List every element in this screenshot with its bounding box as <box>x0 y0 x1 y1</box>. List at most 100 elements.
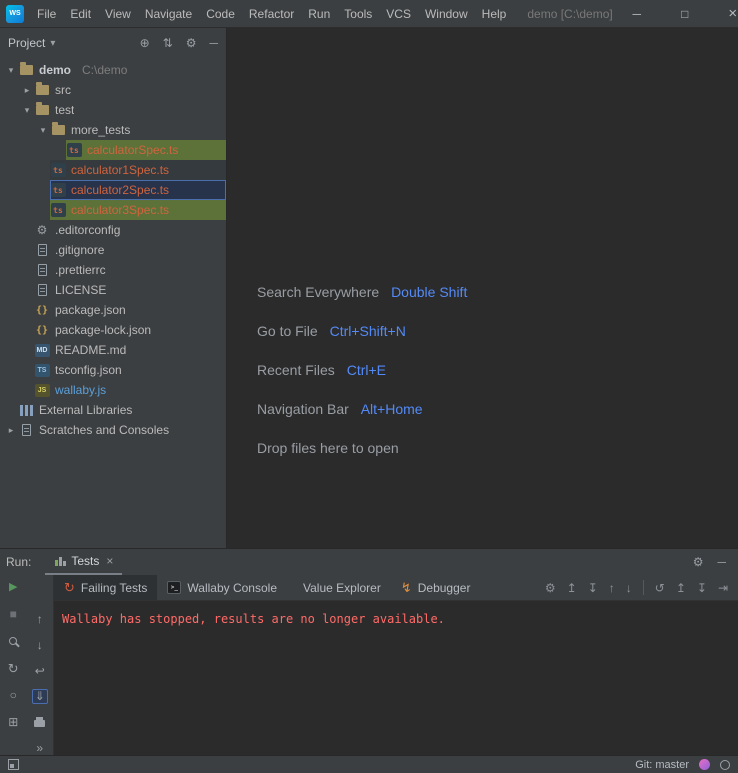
tree-item-tsconfig[interactable]: TS tsconfig.json <box>0 360 226 380</box>
tree-item-calculator2spec[interactable]: ts calculator2Spec.ts <box>0 180 226 200</box>
export-up-icon[interactable]: ↥ <box>567 581 577 595</box>
chevron-down-icon[interactable]: ▾ <box>20 105 34 116</box>
project-panel: Project ▾ ⊕ ⇅ ⚙ ─ ▾ demo C:\demo <box>0 28 227 548</box>
collapse-all-icon[interactable]: ⇅ <box>163 37 173 49</box>
gear-icon[interactable]: ⚙ <box>186 37 197 49</box>
float-up-icon[interactable]: ↥ <box>676 581 686 595</box>
tab-label: Failing Tests <box>81 581 147 595</box>
notifications-icon[interactable] <box>720 760 730 770</box>
shortcut-hint: Drop files here to open <box>257 437 738 460</box>
chevron-right-icon[interactable]: ▸ <box>4 425 18 436</box>
chevron-down-icon[interactable]: ▾ <box>4 65 18 76</box>
tree-item-calculator3spec[interactable]: ts calculator3Spec.ts <box>0 200 226 220</box>
print-icon[interactable] <box>32 715 48 730</box>
stop-icon[interactable]: ■ <box>5 606 21 622</box>
chevron-right-icon[interactable]: ▸ <box>20 85 34 96</box>
console-message: Wallaby has stopped, results are no long… <box>62 612 445 626</box>
search-icon[interactable] <box>5 633 21 649</box>
tree-item-calculatorspec[interactable]: ts calculatorSpec.ts <box>0 140 226 160</box>
menu-vcs[interactable]: VCS <box>379 0 418 28</box>
project-panel-header: Project ▾ ⊕ ⇅ ⚙ ─ <box>0 28 226 58</box>
tab-wallaby-console[interactable]: >_ Wallaby Console <box>157 575 287 600</box>
pin-icon[interactable]: ⇥ <box>718 581 728 595</box>
scratches-icon <box>18 424 34 436</box>
tree-item-label: calculator1Spec.ts <box>71 163 169 177</box>
folder-icon <box>50 125 66 135</box>
gear-icon[interactable]: ⚙ <box>545 581 556 595</box>
history-icon[interactable]: ↺ <box>655 581 665 595</box>
tree-item-package-lock-json[interactable]: {} package-lock.json <box>0 320 226 340</box>
tab-label: Value Explorer <box>303 581 381 595</box>
tree-item-editorconfig[interactable]: ⚙ .editorconfig <box>0 220 226 240</box>
chevron-down-icon[interactable]: ▾ <box>50 38 55 49</box>
tree-item-src[interactable]: ▸ src <box>0 80 226 100</box>
toolwindow-toggle-icon[interactable] <box>8 759 19 770</box>
next-occurrence-icon[interactable]: ↓ <box>32 638 48 653</box>
run-tab-tests[interactable]: Tests × <box>45 549 122 575</box>
hide-panel-icon[interactable]: ─ <box>717 555 726 569</box>
prev-occurrence-icon[interactable]: ↑ <box>32 612 48 627</box>
close-button[interactable]: × <box>709 0 738 28</box>
gear-icon[interactable]: ⚙ <box>693 555 704 569</box>
project-panel-title[interactable]: Project <box>8 36 45 50</box>
tab-label: Wallaby Console <box>187 581 277 595</box>
menu-refactor[interactable]: Refactor <box>242 0 301 28</box>
tree-item-demo[interactable]: ▾ demo C:\demo <box>0 60 226 80</box>
file-icon <box>34 264 50 276</box>
json-file-icon: {} <box>34 325 50 336</box>
rerun-failed-tests-icon[interactable]: ↻ <box>5 660 21 676</box>
tree-item-wallaby-js[interactable]: JS wallaby.js <box>0 380 226 400</box>
tree-item-license[interactable]: LICENSE <box>0 280 226 300</box>
arrow-up-icon[interactable]: ↑ <box>609 581 615 595</box>
tree-item-readme[interactable]: MD README.md <box>0 340 226 360</box>
menu-file[interactable]: File <box>30 0 63 28</box>
typescript-spec-file-icon: ts <box>50 163 66 177</box>
tree-item-gitignore[interactable]: .gitignore <box>0 240 226 260</box>
git-branch-widget[interactable]: Git: master <box>635 759 689 771</box>
soft-wrap-icon[interactable]: ↩ <box>32 663 48 678</box>
menu-window[interactable]: Window <box>418 0 475 28</box>
tree-item-calculator1spec[interactable]: ts calculator1Spec.ts <box>0 160 226 180</box>
tree-item-label: test <box>55 103 74 117</box>
menu-navigate[interactable]: Navigate <box>138 0 199 28</box>
scroll-to-end-icon[interactable]: ⇓ <box>32 689 48 704</box>
menu-code[interactable]: Code <box>199 0 242 28</box>
export-down-icon[interactable]: ↧ <box>588 581 598 595</box>
more-options-icon[interactable]: » <box>32 740 48 755</box>
hide-panel-icon[interactable]: ─ <box>209 37 218 49</box>
clear-icon[interactable]: ○ <box>5 687 21 703</box>
tab-value-explorer[interactable]: Value Explorer <box>287 575 391 600</box>
tab-failing-tests[interactable]: ↻ Failing Tests <box>54 575 157 600</box>
tree-item-external-libraries[interactable]: External Libraries <box>0 400 226 420</box>
tree-item-label: calculatorSpec.ts <box>87 143 178 157</box>
menu-view[interactable]: View <box>98 0 138 28</box>
tree-item-package-json[interactable]: {} package.json <box>0 300 226 320</box>
shortcut-label: Search Everywhere <box>257 284 379 300</box>
arrow-down-icon[interactable]: ↓ <box>626 581 632 595</box>
shortcut-label: Go to File <box>257 323 318 339</box>
maximize-button[interactable]: □ <box>661 0 709 28</box>
tree-item-more-tests[interactable]: ▾ more_tests <box>0 120 226 140</box>
menu-help[interactable]: Help <box>475 0 514 28</box>
tree-item-label: .prettierrc <box>55 263 106 277</box>
tree-item-prettierrc[interactable]: .prettierrc <box>0 260 226 280</box>
plugin-status-icon[interactable] <box>699 759 710 770</box>
file-icon <box>34 244 50 256</box>
run-header: Run: Tests × ⚙ ─ <box>0 549 738 575</box>
shortcut-hint: Search Everywhere Double Shift <box>257 281 738 304</box>
rerun-tests-icon[interactable]: ▶ <box>5 579 21 595</box>
editor-empty-area[interactable]: Search Everywhere Double Shift Go to Fil… <box>227 28 738 548</box>
restore-layout-icon[interactable]: ⊞ <box>5 714 21 730</box>
chevron-down-icon[interactable]: ▾ <box>36 125 50 136</box>
tab-debugger[interactable]: ↯ Debugger <box>391 575 481 600</box>
console-output[interactable]: Wallaby has stopped, results are no long… <box>54 601 738 755</box>
tree-item-test[interactable]: ▾ test <box>0 100 226 120</box>
locate-file-icon[interactable]: ⊕ <box>140 37 150 49</box>
menu-run[interactable]: Run <box>301 0 337 28</box>
menu-tools[interactable]: Tools <box>337 0 379 28</box>
tree-item-scratches[interactable]: ▸ Scratches and Consoles <box>0 420 226 440</box>
minimize-button[interactable]: ─ <box>613 0 661 28</box>
dock-down-icon[interactable]: ↧ <box>697 581 707 595</box>
close-tab-icon[interactable]: × <box>106 554 113 568</box>
menu-edit[interactable]: Edit <box>63 0 98 28</box>
